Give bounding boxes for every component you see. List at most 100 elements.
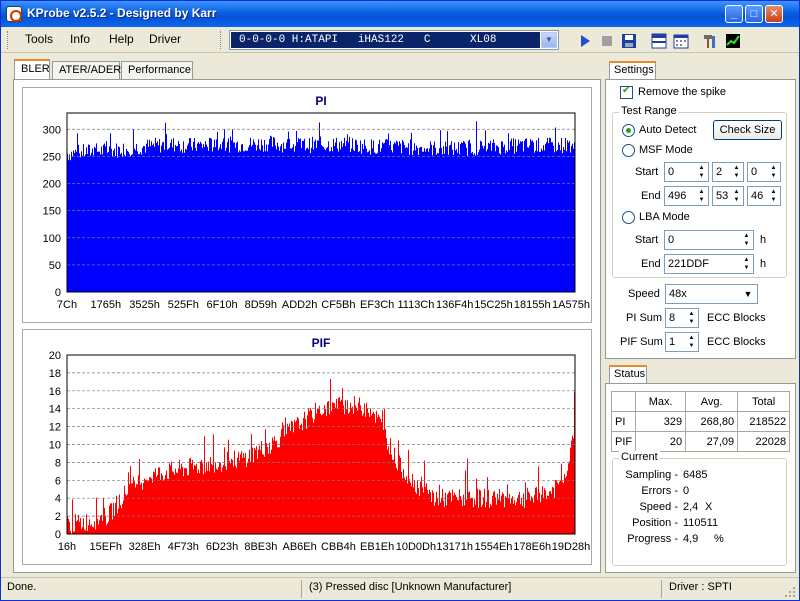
check-size-button[interactable]: Check Size bbox=[713, 120, 782, 140]
row-name: PIF bbox=[610, 431, 637, 452]
layout-icon[interactable] bbox=[651, 33, 667, 49]
minimize-button[interactable]: _ bbox=[725, 5, 743, 23]
auto-detect-radio[interactable] bbox=[622, 124, 635, 137]
title-bar[interactable]: KProbe v2.5.2 - Designed by Karr _ □ ✕ bbox=[1, 1, 799, 27]
driver-info: Driver : SPTI bbox=[669, 581, 732, 593]
y-tick-label: 18 bbox=[49, 368, 61, 380]
toolbar-grip[interactable] bbox=[7, 31, 10, 49]
spin-arrows-icon[interactable]: ▲ ▼ bbox=[731, 164, 742, 180]
y-tick-label: 0 bbox=[55, 529, 61, 541]
x-tick-label: AB6Eh bbox=[282, 541, 316, 553]
msf-start-frame[interactable]: 0 ▲ ▼ bbox=[747, 162, 781, 182]
position-value: 110511 bbox=[683, 517, 719, 529]
menu-tools[interactable]: Tools bbox=[25, 32, 53, 46]
menu-toolbar: Tools Info Help Driver 0-0-0-0 H:ATAPI i… bbox=[1, 27, 799, 53]
stop-icon[interactable] bbox=[599, 33, 615, 49]
bler-tab-panel: PI 0 50 100 150 200 250 300 7Ch 1765h 3525h 525Fh 6F… bbox=[13, 79, 601, 573]
play-icon[interactable] bbox=[577, 33, 593, 49]
x-tick-label: EF3Ch bbox=[360, 299, 394, 311]
tab-bler[interactable]: BLER bbox=[14, 59, 50, 80]
current-title: Current bbox=[619, 451, 660, 463]
lba-end-input[interactable]: 221DDF ▲ ▼ bbox=[664, 254, 754, 274]
pif-max: 20 bbox=[635, 431, 687, 452]
toolbar-grip[interactable] bbox=[220, 31, 223, 49]
progress-value: 4,9 bbox=[683, 533, 699, 545]
speed-current-value: 2,4 bbox=[683, 501, 699, 513]
tab-settings[interactable]: Settings bbox=[609, 61, 656, 79]
position-label: Position - bbox=[632, 517, 678, 529]
lba-mode-radio[interactable] bbox=[622, 211, 635, 224]
chevron-down-icon[interactable]: ▼ bbox=[740, 286, 756, 302]
msf-start-sec[interactable]: 2 ▲ ▼ bbox=[712, 162, 744, 182]
header-max: Max. bbox=[635, 391, 687, 412]
progress-label: Progress - bbox=[627, 533, 678, 545]
x-tick-label: 7Ch bbox=[57, 299, 77, 311]
tab-ater-ader[interactable]: ATER/ADER bbox=[52, 61, 121, 79]
tab-performance[interactable]: Performance bbox=[121, 61, 193, 79]
spin-arrows-icon[interactable]: ▲ ▼ bbox=[768, 188, 779, 204]
spin-arrows-icon[interactable]: ▲ ▼ bbox=[686, 334, 697, 350]
y-tick-label: 2 bbox=[55, 511, 61, 523]
speed-select[interactable]: 48x ▼ bbox=[665, 284, 758, 304]
remove-spike-checkbox[interactable] bbox=[620, 85, 633, 99]
msf-start-min[interactable]: 0 ▲ ▼ bbox=[664, 162, 709, 182]
x-tick-label: 8BE3h bbox=[244, 541, 277, 553]
sampling-value: 6485 bbox=[683, 469, 708, 481]
resize-grip-icon[interactable] bbox=[783, 585, 797, 599]
spin-arrows-icon[interactable]: ▲ ▼ bbox=[731, 188, 742, 204]
chart-title: PIF bbox=[312, 336, 331, 350]
menu-driver[interactable]: Driver bbox=[149, 32, 181, 46]
pi-ecc-label: ECC Blocks bbox=[707, 312, 766, 324]
status-bar: Done. (3) Pressed disc [Unknown Manufact… bbox=[1, 577, 799, 600]
pi-sum-input[interactable]: 8 ▲ ▼ bbox=[665, 308, 699, 328]
tools-icon[interactable] bbox=[703, 33, 719, 49]
errors-label: Errors - bbox=[641, 485, 678, 497]
speed-current-unit: X bbox=[705, 501, 713, 513]
spin-arrows-icon[interactable]: ▲ ▼ bbox=[741, 232, 752, 248]
calendar-icon[interactable] bbox=[673, 33, 689, 49]
menu-help[interactable]: Help bbox=[109, 32, 134, 46]
tab-status[interactable]: Status bbox=[609, 365, 647, 383]
lba-end-unit: h bbox=[760, 258, 767, 270]
x-tick-label: 1113Ch bbox=[397, 299, 434, 311]
disc-info: (3) Pressed disc [Unknown Manufacturer] bbox=[309, 581, 512, 593]
test-range-title: Test Range bbox=[619, 105, 679, 117]
chevron-down-icon[interactable]: ▼ bbox=[541, 32, 557, 48]
pi-max: 329 bbox=[635, 411, 687, 432]
save-icon[interactable] bbox=[621, 33, 637, 49]
msf-end-sec[interactable]: 53 ▲ ▼ bbox=[712, 186, 744, 206]
msf-mode-label: MSF Mode bbox=[639, 144, 693, 156]
x-tick-label: 136F4h bbox=[436, 299, 473, 311]
drive-select[interactable]: 0-0-0-0 H:ATAPI iHAS122 C XL08 ▼ bbox=[229, 30, 559, 50]
close-button[interactable]: ✕ bbox=[765, 5, 783, 23]
spin-arrows-icon[interactable]: ▲ ▼ bbox=[686, 310, 697, 326]
spin-arrows-icon[interactable]: ▲ ▼ bbox=[768, 164, 779, 180]
chart-icon[interactable] bbox=[725, 33, 741, 49]
progress-unit: % bbox=[714, 533, 724, 545]
table-row: PI 329 268,80 218522 bbox=[610, 411, 791, 432]
current-group: Current Sampling - 6485 Errors - 0 Speed… bbox=[612, 451, 787, 566]
auto-detect-label: Auto Detect bbox=[639, 124, 697, 136]
errors-value: 0 bbox=[683, 485, 690, 497]
spin-arrows-icon[interactable]: ▲ ▼ bbox=[741, 256, 752, 272]
lba-start-input[interactable]: 0 ▲ ▼ bbox=[664, 230, 754, 250]
msf-end-min[interactable]: 496 ▲ ▼ bbox=[664, 186, 709, 206]
msf-end-frame[interactable]: 46 ▲ ▼ bbox=[747, 186, 781, 206]
pi-sum-label: PI Sum bbox=[626, 312, 663, 324]
pif-chart-box: PIF 0 2 4 6 8 10 12 14 16 18 20 16h 15EFh 328Eh 4F73h 6D… bbox=[22, 329, 592, 565]
spin-arrows-icon[interactable]: ▲ ▼ bbox=[696, 164, 707, 180]
msf-start-label: Start bbox=[635, 166, 659, 178]
x-tick-label: 6F10h bbox=[206, 299, 237, 311]
x-tick-label: CF5Bh bbox=[321, 299, 355, 311]
x-tick-label: 10D0Dh bbox=[396, 541, 436, 553]
spin-arrows-icon[interactable]: ▲ ▼ bbox=[696, 188, 707, 204]
y-tick-label: 12 bbox=[49, 422, 61, 434]
maximize-button[interactable]: □ bbox=[745, 5, 763, 23]
pif-sum-input[interactable]: 1 ▲ ▼ bbox=[665, 332, 699, 352]
pi-chart: PI 0 50 100 150 200 250 300 7Ch 1765h 3525h 525Fh 6F… bbox=[43, 94, 590, 311]
y-tick-label: 250 bbox=[43, 151, 61, 163]
x-tick-label: 328Eh bbox=[129, 541, 161, 553]
msf-mode-radio[interactable] bbox=[622, 144, 635, 157]
menu-info[interactable]: Info bbox=[70, 32, 90, 46]
status-panel: Max. Avg. Total PI 329 268,80 218522 PIF… bbox=[605, 383, 796, 573]
